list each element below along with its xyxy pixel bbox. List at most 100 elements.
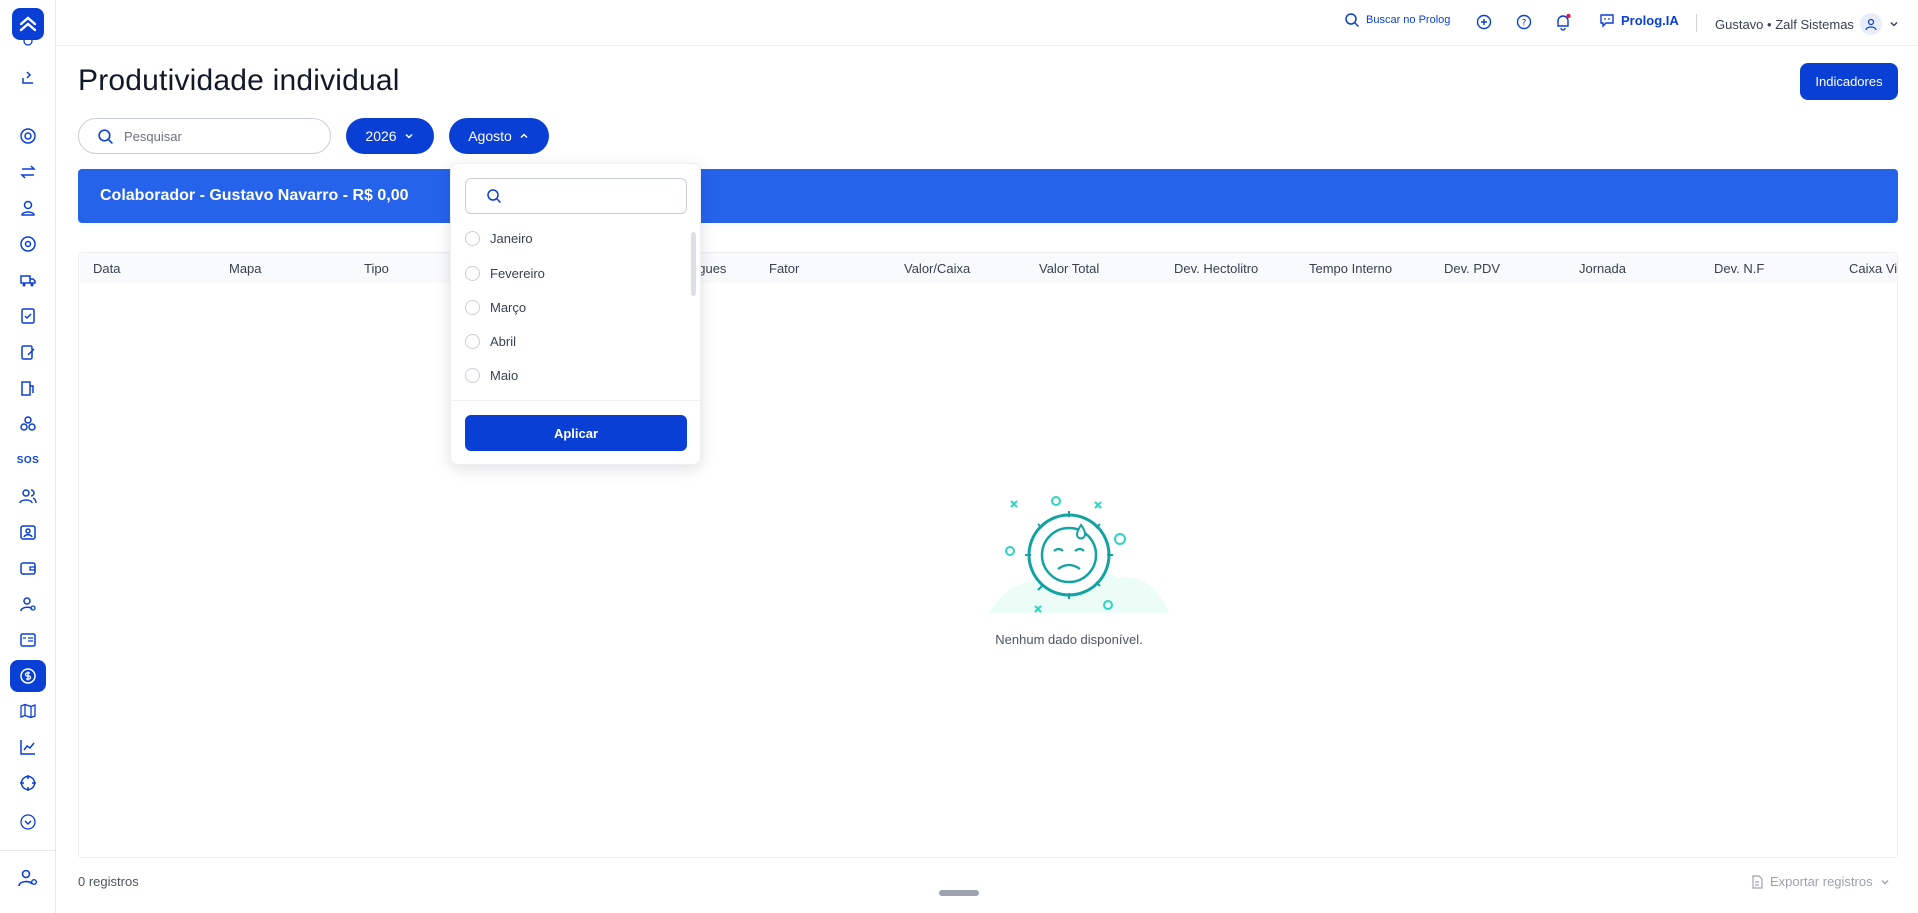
radio-button[interactable]: [465, 367, 480, 383]
sidebar: SOS: [0, 0, 56, 913]
month-options-list: Janeiro Fevereiro Março Abril Maio: [451, 226, 702, 400]
column-header[interactable]: Jornada: [1579, 261, 1626, 276]
sidebar-item-crosshair-icon[interactable]: [14, 769, 42, 797]
file-icon: [1752, 874, 1763, 889]
sidebar-item-sos[interactable]: SOS: [14, 446, 42, 474]
sidebar-item-id-card-icon[interactable]: [14, 626, 42, 654]
sidebar-item-badge-icon[interactable]: [14, 518, 42, 546]
sidebar-item-edit-icon[interactable]: [14, 338, 42, 366]
column-header[interactable]: Fator: [769, 261, 799, 276]
radio-button[interactable]: [465, 265, 480, 281]
search-icon: [98, 128, 113, 144]
sidebar-item-tire-icon[interactable]: [14, 230, 42, 258]
topbar: Buscar no Prolog ? Prolog.IA Gustavo • Z…: [56, 0, 1918, 46]
help-icon[interactable]: ?: [1516, 14, 1532, 30]
month-option[interactable]: Março: [465, 296, 526, 318]
sidebar-item-user-icon[interactable]: [14, 194, 42, 222]
month-option-label: Fevereiro: [490, 265, 545, 281]
sidebar-item-transfer-icon[interactable]: [14, 158, 42, 186]
collaborator-banner-text: Colaborador - Gustavo Navarro - R$ 0,00: [100, 187, 409, 204]
sidebar-item-boxes-icon[interactable]: [14, 410, 42, 438]
sidebar-item-user-manage-icon[interactable]: [14, 864, 42, 892]
prolog-ia-label: Prolog.IA: [1621, 12, 1679, 28]
month-filter-button[interactable]: Agosto: [449, 118, 549, 154]
search-icon: [1345, 13, 1360, 28]
apply-button[interactable]: Aplicar: [465, 415, 687, 451]
topbar-divider: [1696, 14, 1697, 32]
sidebar-item-team-icon[interactable]: [14, 482, 42, 510]
month-option-label: Abril: [490, 333, 517, 349]
dropdown-scrollbar[interactable]: [691, 232, 696, 296]
search-placeholder: Pesquisar: [124, 128, 182, 144]
global-search-label: Buscar no Prolog: [1366, 14, 1451, 26]
records-count: 0 registros: [78, 874, 139, 889]
sad-face-illustration: [989, 496, 1169, 613]
resize-handle[interactable]: [939, 890, 979, 896]
sidebar-item-truck-icon[interactable]: [14, 266, 42, 294]
column-header[interactable]: Dev. Hectolitro: [1174, 261, 1258, 276]
add-icon[interactable]: [1476, 14, 1492, 30]
sidebar-item-fuel-icon[interactable]: [14, 374, 42, 402]
empty-state: Nenhum dado disponível.: [919, 493, 1219, 647]
sidebar-item-map-icon[interactable]: [14, 697, 42, 725]
chevron-up-icon: [520, 133, 528, 139]
search-icon: [487, 189, 502, 204]
month-option[interactable]: Abril: [465, 330, 516, 352]
sidebar-item-return-icon[interactable]: [14, 64, 42, 92]
column-header[interactable]: Tipo: [364, 261, 389, 276]
column-header[interactable]: Mapa: [229, 261, 262, 276]
notification-bell-icon[interactable]: [1554, 13, 1572, 31]
indicators-button[interactable]: Indicadores: [1800, 63, 1898, 100]
month-option-label: Março: [490, 299, 527, 315]
sos-label: SOS: [16, 454, 40, 466]
user-label: Gustavo • Zalf Sistemas: [1715, 16, 1854, 32]
month-option[interactable]: Maio: [465, 364, 518, 386]
column-header[interactable]: Dev. N.F: [1714, 261, 1764, 276]
month-dropdown: Janeiro Fevereiro Março Abril Maio Aplic…: [450, 163, 702, 465]
export-records-button[interactable]: Exportar registros: [1750, 874, 1891, 889]
radio-button[interactable]: [465, 230, 480, 246]
sidebar-item-productivity-icon[interactable]: [10, 660, 46, 692]
collaborator-banner: Colaborador - Gustavo Navarro - R$ 0,00: [78, 169, 1898, 223]
year-filter-label: 2026: [365, 128, 397, 144]
year-filter-button[interactable]: 2026: [346, 118, 434, 154]
table-header: Data Mapa Tipo egues Fator Valor/Caixa V…: [79, 253, 1897, 283]
month-filter-label: Agosto: [468, 128, 512, 144]
chevron-down-icon: [1890, 22, 1898, 27]
sidebar-item-wallet-icon[interactable]: [14, 554, 42, 582]
month-option-label: Maio: [490, 367, 519, 383]
page-title: Produtividade individual: [78, 64, 400, 97]
search-input[interactable]: Pesquisar: [78, 118, 331, 154]
svg-text:?: ?: [1522, 19, 1527, 29]
radio-button[interactable]: [465, 333, 480, 349]
sidebar-item-target-icon[interactable]: [14, 122, 42, 150]
sidebar-item-chart-icon[interactable]: [14, 733, 42, 761]
radio-button[interactable]: [465, 299, 480, 315]
user-menu[interactable]: Gustavo • Zalf Sistemas: [1715, 13, 1900, 35]
month-option[interactable]: Fevereiro: [465, 262, 545, 284]
month-option-label: Janeiro: [490, 230, 533, 246]
dropdown-divider: [451, 400, 702, 401]
prolog-ia-button[interactable]: Prolog.IA: [1599, 12, 1679, 28]
month-search-input[interactable]: [465, 178, 687, 214]
column-header[interactable]: Valor Total: [1039, 261, 1099, 276]
chevron-down-icon: [405, 133, 413, 139]
scroll-up-indicator: [14, 38, 42, 52]
column-header[interactable]: Tempo Interno: [1309, 261, 1392, 276]
sidebar-divider: [0, 850, 56, 851]
chat-ai-icon: [1600, 14, 1614, 28]
empty-state-text: Nenhum dado disponível.: [995, 632, 1143, 647]
chevron-down-icon: [1881, 879, 1889, 884]
sidebar-item-user-settings-icon[interactable]: [14, 590, 42, 618]
column-header[interactable]: Caixa Vi: [1849, 261, 1897, 276]
prolog-logo[interactable]: [12, 8, 44, 40]
sidebar-scroll-down-icon[interactable]: [14, 808, 42, 836]
sidebar-item-checklist-icon[interactable]: [14, 302, 42, 330]
global-search-button[interactable]: Buscar no Prolog: [1344, 12, 1450, 28]
column-header[interactable]: Dev. PDV: [1444, 261, 1500, 276]
column-header[interactable]: Valor/Caixa: [904, 261, 970, 276]
export-records-label: Exportar registros: [1770, 874, 1873, 889]
month-option[interactable]: Janeiro: [465, 227, 533, 249]
data-table: Data Mapa Tipo egues Fator Valor/Caixa V…: [78, 252, 1898, 858]
column-header[interactable]: Data: [93, 261, 120, 276]
